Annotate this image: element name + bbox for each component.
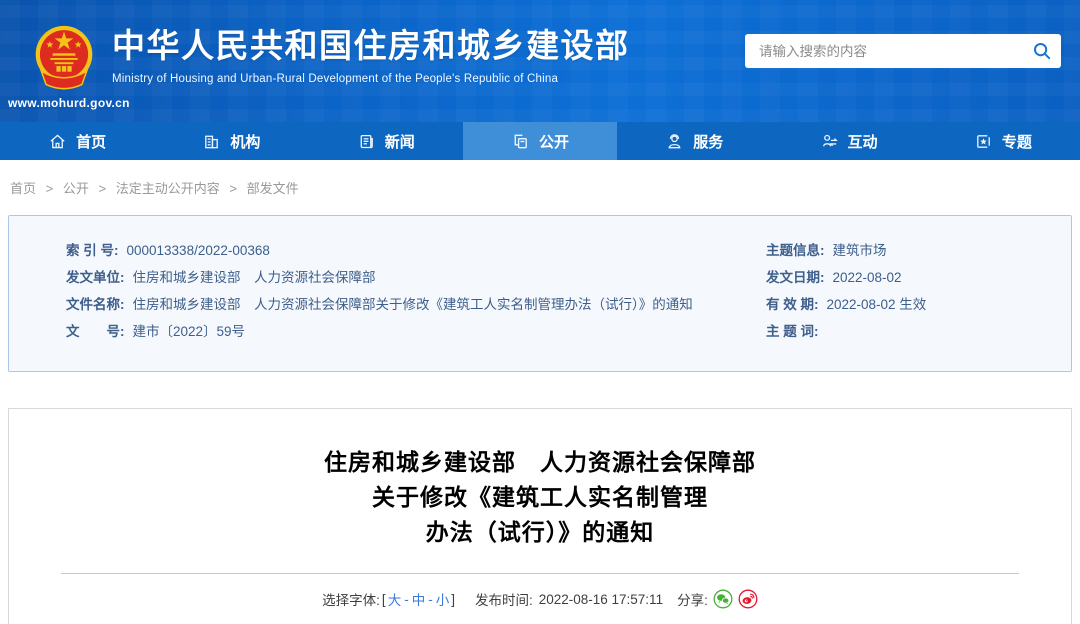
service-icon — [665, 132, 684, 151]
title-divider — [61, 573, 1019, 574]
share-label: 分享: — [677, 593, 708, 608]
weibo-share-icon[interactable] — [738, 589, 758, 609]
search-icon[interactable] — [1032, 41, 1052, 61]
breadcrumb-separator: > — [98, 181, 107, 196]
nav-tab-label: 公开 — [538, 133, 569, 151]
info-row-topic-info: 主题信息: 建筑市场 — [766, 242, 1071, 260]
breadcrumb-item-disclosure[interactable]: 公开 — [63, 181, 89, 196]
nav-tab-label: 新闻 — [384, 133, 415, 151]
breadcrumb-item-current: 部发文件 — [246, 181, 299, 196]
breadcrumb-separator: > — [229, 181, 237, 196]
publish-time-group: 发布时间: 2022-08-16 17:57:11 — [475, 589, 663, 609]
article-title: 住房和城乡建设部 人力资源社会保障部 关于修改《建筑工人实名制管理 办法（试行）… — [9, 445, 1071, 550]
info-value: 000013338/2022-00368 — [126, 243, 270, 258]
site-title: 中华人民共和国住房和城乡建设部 — [112, 27, 630, 64]
font-size-medium-button[interactable]: 中 — [412, 589, 426, 609]
topics-icon — [974, 132, 993, 151]
info-row-issuing-unit: 发文单位: 住房和城乡建设部 人力资源社会保障部 — [66, 269, 766, 287]
doc-info-box: 索 引 号: 000013338/2022-00368 发文单位: 住房和城乡建设部… — [8, 215, 1072, 372]
bracket-open: [ — [381, 591, 386, 607]
info-label: 文件名称: — [66, 297, 125, 312]
search-box — [745, 34, 1061, 68]
home-icon — [48, 132, 67, 151]
info-label: 发文日期: — [766, 270, 825, 285]
bracket-close: ] — [451, 591, 455, 607]
doc-info-left-column: 索 引 号: 000013338/2022-00368 发文单位: 住房和城乡建设部… — [66, 242, 766, 350]
article-title-line: 办法（试行）》的通知 — [425, 519, 655, 545]
info-row-index-number: 索 引 号: 000013338/2022-00368 — [66, 242, 766, 260]
nav-tab-label: 互动 — [847, 133, 878, 151]
share-group: 分享: — [677, 589, 758, 609]
breadcrumb: 首页 > 公开 > 法定主动公开内容 > 部发文件 — [0, 160, 1080, 197]
info-label: 主 题 词: — [766, 324, 819, 339]
site-title-block: 中华人民共和国住房和城乡建设部 Ministry of Housing and … — [112, 24, 630, 85]
breadcrumb-item-home[interactable]: 首页 — [10, 181, 36, 196]
nav-tab-news[interactable]: 新闻 — [309, 122, 463, 160]
doc-info-right-column: 主题信息: 建筑市场 发文日期: 2022-08-02 有 效 期: 2022-08-… — [766, 242, 1071, 350]
font-size-selector: 选择字体: [ 大 - 中 - 小 ] — [322, 589, 455, 609]
publish-time-value: 2022-08-16 17:57:11 — [538, 591, 664, 607]
info-row-document-number: 文 号: 建市〔2022〕59号 — [66, 323, 766, 341]
nav-tab-home[interactable]: 首页 — [0, 122, 154, 160]
info-label: 发文单位: — [66, 270, 125, 285]
info-label: 主题信息: — [766, 243, 825, 258]
site-header: www.mohurd.gov.cn 中华人民共和国住房和城乡建设部 Minist… — [0, 0, 1080, 122]
main-nav: 首页 机构 新闻 公开 服务 互动 专题 — [0, 122, 1080, 160]
info-row-effective-date: 有 效 期: 2022-08-02 生效 — [766, 296, 1071, 314]
organization-icon — [202, 132, 221, 151]
info-row-document-name: 文件名称: 住房和城乡建设部 人力资源社会保障部关于修改《建筑工人实名制管理办法（… — [66, 296, 766, 314]
info-value: 住房和城乡建设部 人力资源社会保障部关于修改《建筑工人实名制管理办法（试行）》的… — [132, 297, 693, 312]
info-row-keywords: 主 题 词: — [766, 323, 1071, 341]
site-url: www.mohurd.gov.cn — [8, 96, 130, 110]
info-row-issue-date: 发文日期: 2022-08-02 — [766, 269, 1071, 287]
info-value: 住房和城乡建设部 人力资源社会保障部 — [132, 270, 376, 285]
national-emblem-icon — [33, 24, 95, 92]
nav-tab-disclosure[interactable]: 公开 — [462, 122, 618, 160]
info-value: 建市〔2022〕59号 — [132, 324, 246, 339]
article-card: 住房和城乡建设部 人力资源社会保障部 关于修改《建筑工人实名制管理 办法（试行）… — [8, 408, 1072, 624]
font-size-small-button[interactable]: 小 — [436, 589, 450, 609]
page: www.mohurd.gov.cn 中华人民共和国住房和城乡建设部 Minist… — [0, 0, 1080, 624]
font-size-dash: - — [428, 591, 433, 607]
site-subtitle: Ministry of Housing and Urban-Rural Deve… — [112, 73, 559, 85]
wechat-share-icon[interactable] — [713, 589, 733, 609]
nav-tab-label: 首页 — [76, 133, 107, 151]
article-title-line: 关于修改《建筑工人实名制管理 — [372, 484, 708, 510]
nav-tab-label: 机构 — [230, 133, 261, 151]
nav-tab-interaction[interactable]: 互动 — [771, 122, 925, 160]
info-label: 索 引 号: — [66, 243, 119, 258]
nav-tab-organization[interactable]: 机构 — [154, 122, 308, 160]
article-title-line: 住房和城乡建设部 人力资源社会保障部 — [324, 449, 756, 475]
info-value: 2022-08-02 — [832, 270, 902, 285]
nav-tab-service[interactable]: 服务 — [617, 122, 771, 160]
search-input[interactable] — [745, 34, 1015, 68]
interaction-icon — [820, 132, 839, 151]
font-select-label: 选择字体: — [322, 593, 380, 608]
info-value: 2022-08-02 生效 — [826, 297, 927, 312]
article-meta-bar: 选择字体: [ 大 - 中 - 小 ] 发布时间: 2022-08-16 17:… — [9, 589, 1071, 609]
breadcrumb-separator: > — [45, 181, 54, 196]
info-label: 有 效 期: — [766, 297, 819, 312]
nav-tab-topics[interactable]: 专题 — [926, 122, 1080, 160]
breadcrumb-item-statutory[interactable]: 法定主动公开内容 — [116, 181, 220, 196]
font-size-large-button[interactable]: 大 — [388, 589, 402, 609]
info-value: 建筑市场 — [832, 243, 887, 258]
nav-tab-label: 服务 — [693, 133, 724, 151]
news-icon — [357, 132, 376, 151]
info-label: 文 号: — [66, 324, 125, 339]
disclosure-icon — [511, 132, 530, 151]
nav-tab-label: 专题 — [1001, 133, 1032, 151]
publish-time-label: 发布时间: — [474, 593, 533, 608]
font-size-dash: - — [404, 591, 409, 607]
